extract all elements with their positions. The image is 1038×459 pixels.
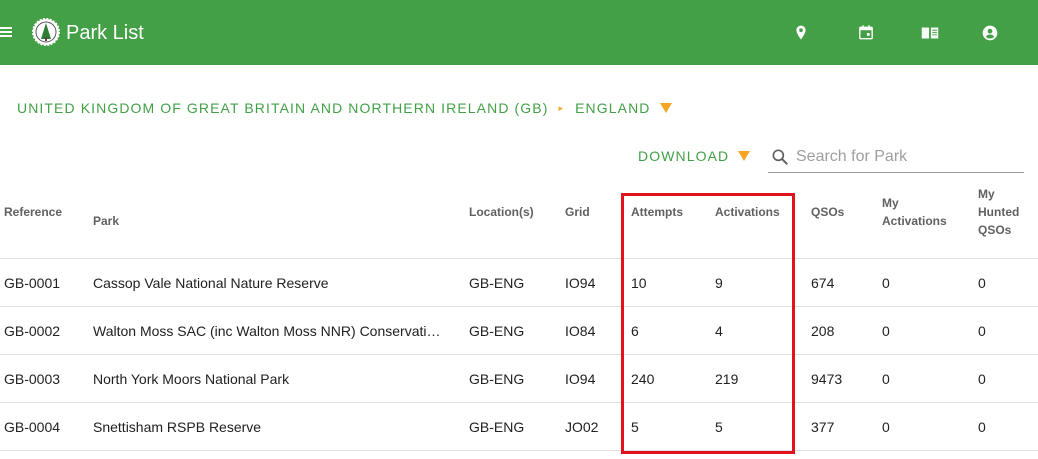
cell-attempts: 5 (631, 419, 639, 435)
cell-reference[interactable]: GB-0003 (4, 370, 60, 388)
cell-activations: 4 (715, 323, 723, 339)
download-dropdown-icon (738, 151, 751, 161)
cell-grid: IO84 (565, 323, 596, 339)
column-header-activations[interactable]: Activations (715, 203, 780, 221)
region-dropdown-icon[interactable] (659, 103, 672, 113)
cell-attempts: 6 (631, 323, 639, 339)
cell-my-hunted-qsos: 0 (978, 419, 986, 435)
cell-locations: GB-ENG (469, 371, 525, 387)
cell-qsos: 377 (811, 419, 835, 435)
breadcrumb: UNITED KINGDOM OF GREAT BRITAIN AND NORT… (17, 99, 672, 117)
column-header-my-hunted-qsos[interactable]: My Hunted QSOs (978, 185, 1019, 239)
cell-qsos: 9473 (811, 371, 843, 387)
cell-activations: 9 (715, 275, 723, 291)
cell-locations: GB-ENG (469, 323, 525, 339)
column-header-my-hunted-line1: My (978, 187, 995, 201)
map-marker-icon[interactable] (790, 22, 812, 44)
table-row[interactable]: GB-0001 Cassop Vale National Nature Rese… (0, 259, 1038, 307)
cell-activations: 5 (715, 419, 723, 435)
cell-my-hunted-qsos: 0 (978, 371, 986, 387)
breadcrumb-separator-icon: ▸ (558, 102, 565, 113)
cell-grid: IO94 (565, 371, 596, 387)
app-bar: Park List (0, 0, 1038, 65)
download-button[interactable]: DOWNLOAD (638, 147, 751, 165)
column-header-reference[interactable]: Reference (4, 203, 62, 221)
cell-activations: 219 (715, 371, 739, 387)
cell-locations: GB-ENG (469, 275, 525, 291)
park-table: Reference Park Location(s) Grid Attempts… (0, 180, 1038, 451)
column-header-attempts[interactable]: Attempts (631, 203, 683, 221)
cell-park[interactable]: Cassop Vale National Nature Reserve (93, 274, 443, 292)
breadcrumb-country[interactable]: UNITED KINGDOM OF GREAT BRITAIN AND NORT… (17, 100, 548, 116)
cell-grid: IO94 (565, 275, 596, 291)
search-input[interactable] (796, 145, 1016, 169)
cell-my-hunted-qsos: 0 (978, 323, 986, 339)
book-icon[interactable] (919, 22, 941, 44)
cell-park[interactable]: Snettisham RSPB Reserve (93, 418, 443, 436)
table-row[interactable]: GB-0004 Snettisham RSPB Reserve GB-ENG J… (0, 403, 1038, 451)
column-header-park[interactable]: Park (93, 212, 119, 230)
cell-reference[interactable]: GB-0001 (4, 274, 60, 292)
breadcrumb-region[interactable]: ENGLAND (575, 100, 650, 116)
cell-grid: JO02 (565, 419, 599, 435)
cell-reference[interactable]: GB-0004 (4, 418, 60, 436)
cell-park[interactable]: North York Moors National Park (93, 370, 443, 388)
table-row[interactable]: GB-0003 North York Moors National Park G… (0, 355, 1038, 403)
column-header-grid[interactable]: Grid (565, 203, 590, 221)
column-header-qsos[interactable]: QSOs (811, 203, 844, 221)
column-header-my-hunted-line3: QSOs (978, 223, 1012, 237)
cell-qsos: 674 (811, 275, 835, 291)
cell-my-hunted-qsos: 0 (978, 275, 986, 291)
cell-park[interactable]: Walton Moss SAC (inc Walton Moss NNR) Co… (93, 322, 443, 340)
table-row[interactable]: GB-0002 Walton Moss SAC (inc Walton Moss… (0, 307, 1038, 355)
cell-attempts: 240 (631, 371, 655, 387)
cell-my-activations: 0 (882, 371, 890, 387)
cell-my-activations: 0 (882, 323, 890, 339)
search-box (768, 141, 1024, 173)
column-header-my-hunted-line2: Hunted (978, 205, 1020, 219)
cell-my-activations: 0 (882, 419, 890, 435)
column-header-my-activations[interactable]: My Activations (882, 194, 947, 230)
cell-reference[interactable]: GB-0002 (4, 322, 60, 340)
search-icon (772, 149, 788, 165)
calendar-icon[interactable] (855, 22, 877, 44)
cell-attempts: 10 (631, 275, 647, 291)
page-title: Park List (66, 22, 144, 44)
cell-qsos: 208 (811, 323, 835, 339)
hamburger-menu-icon[interactable] (0, 26, 12, 38)
table-header: Reference Park Location(s) Grid Attempts… (0, 180, 1038, 259)
download-label: DOWNLOAD (638, 148, 730, 164)
cell-locations: GB-ENG (469, 419, 525, 435)
account-circle-icon[interactable] (979, 22, 1001, 44)
column-header-my-activations-line1: My (882, 196, 899, 210)
column-header-my-activations-line2: Activations (882, 214, 947, 228)
column-header-locations[interactable]: Location(s) (469, 203, 534, 221)
park-logo-icon[interactable] (31, 17, 61, 47)
cell-my-activations: 0 (882, 275, 890, 291)
